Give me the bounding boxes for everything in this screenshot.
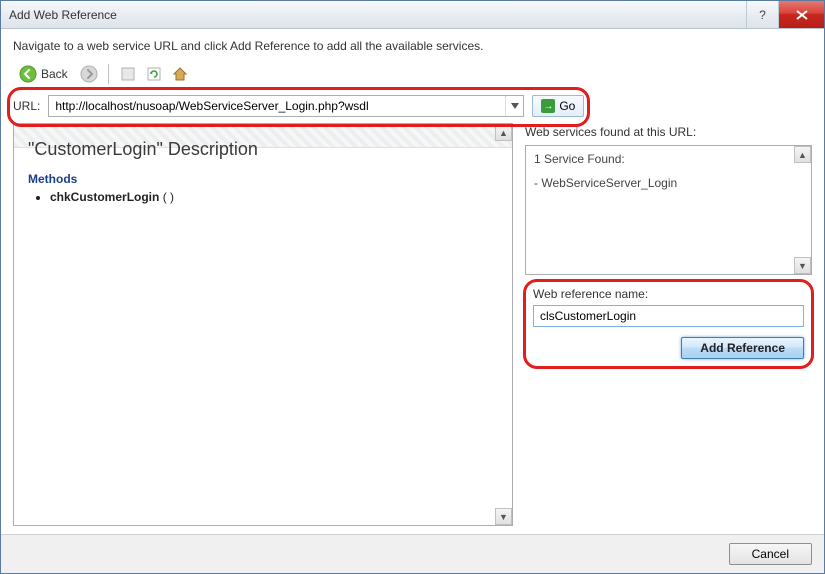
close-icon bbox=[796, 10, 808, 20]
dialog-window: Add Web Reference ? Navigate to a web se… bbox=[0, 0, 825, 574]
main-area: ▲ ▼ "CustomerLogin" Description Methods … bbox=[1, 123, 824, 534]
refresh-icon bbox=[146, 66, 162, 82]
list-scroll-down-button[interactable]: ▼ bbox=[794, 257, 811, 274]
service-list-item[interactable]: - WebServiceServer_Login bbox=[534, 176, 803, 190]
forward-button[interactable] bbox=[78, 63, 100, 85]
method-name: chkCustomerLogin bbox=[50, 190, 159, 204]
services-summary: 1 Service Found: bbox=[534, 152, 803, 166]
back-button[interactable]: Back bbox=[13, 63, 74, 85]
forward-arrow-icon bbox=[80, 65, 98, 83]
dialog-footer: Cancel bbox=[1, 534, 824, 573]
url-dropdown-button[interactable] bbox=[505, 96, 523, 116]
service-preview-pane: ▲ ▼ "CustomerLogin" Description Methods … bbox=[13, 123, 513, 526]
right-panel: Web services found at this URL: ▲ ▼ 1 Se… bbox=[513, 123, 812, 526]
services-found-label: Web services found at this URL: bbox=[525, 123, 812, 139]
help-button[interactable]: ? bbox=[746, 1, 778, 28]
window-title: Add Web Reference bbox=[9, 8, 746, 22]
titlebar: Add Web Reference ? bbox=[1, 1, 824, 29]
home-button[interactable] bbox=[169, 63, 191, 85]
nav-toolbar: Back bbox=[1, 61, 824, 91]
url-row: URL: → Go bbox=[1, 91, 824, 123]
refname-input[interactable] bbox=[533, 305, 804, 327]
method-params: ( ) bbox=[163, 190, 174, 204]
titlebar-buttons: ? bbox=[746, 1, 824, 28]
go-button[interactable]: → Go bbox=[532, 95, 584, 117]
close-button[interactable] bbox=[778, 1, 824, 28]
stop-icon bbox=[120, 66, 136, 82]
refname-label: Web reference name: bbox=[533, 287, 804, 301]
url-combobox[interactable] bbox=[48, 95, 524, 117]
service-heading: "CustomerLogin" Description bbox=[28, 139, 498, 160]
go-label: Go bbox=[559, 99, 575, 113]
refresh-button[interactable] bbox=[143, 63, 165, 85]
instruction-text: Navigate to a web service URL and click … bbox=[1, 29, 824, 61]
url-input[interactable] bbox=[49, 96, 505, 116]
list-scroll-up-button[interactable]: ▲ bbox=[794, 146, 811, 163]
add-reference-button[interactable]: Add Reference bbox=[681, 337, 804, 359]
methods-heading: Methods bbox=[28, 172, 498, 186]
method-item[interactable]: chkCustomerLogin ( ) bbox=[50, 190, 498, 204]
back-arrow-icon bbox=[19, 65, 37, 83]
reference-name-block: Web reference name: Add Reference bbox=[525, 281, 812, 367]
services-listbox[interactable]: ▲ ▼ 1 Service Found: - WebServiceServer_… bbox=[525, 145, 812, 275]
cancel-button[interactable]: Cancel bbox=[729, 543, 812, 565]
scroll-down-button[interactable]: ▼ bbox=[495, 508, 512, 525]
preview-content: "CustomerLogin" Description Methods chkC… bbox=[14, 124, 512, 216]
toolbar-separator bbox=[108, 64, 109, 84]
chevron-down-icon bbox=[511, 103, 519, 109]
home-icon bbox=[172, 66, 188, 82]
url-label: URL: bbox=[13, 99, 40, 113]
go-arrow-icon: → bbox=[541, 99, 555, 113]
stop-button[interactable] bbox=[117, 63, 139, 85]
dialog-body: Navigate to a web service URL and click … bbox=[1, 29, 824, 573]
back-label: Back bbox=[41, 67, 68, 81]
